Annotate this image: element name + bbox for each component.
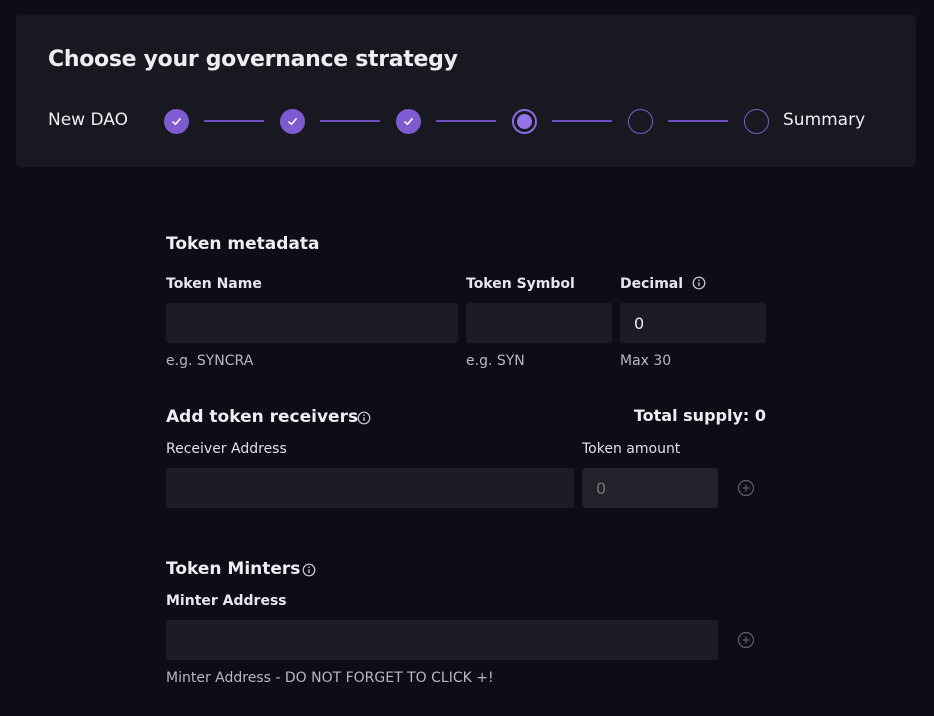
token-minters-title: Token Minters [166,559,301,579]
header-card: Choose your governance strategy New DAO [16,15,916,167]
step-3-done[interactable] [396,109,421,134]
step-connector [436,120,496,122]
token-symbol-input[interactable] [466,303,612,343]
receiver-address-input[interactable] [166,468,574,508]
step-connector [204,120,264,122]
token-receivers-title: Add token receivers [166,407,359,427]
minter-address-input[interactable] [166,620,718,660]
check-icon [172,118,181,125]
token-name-input[interactable] [166,303,458,343]
decimal-hint: Max 30 [620,353,672,369]
token-symbol-label: Token Symbol [466,276,575,292]
current-step-dot [517,114,532,129]
step-5-pending [628,109,653,134]
token-name-hint: e.g. SYNCRA [166,353,254,369]
receiver-address-label: Receiver Address [166,441,287,457]
decimal-label: Decimal [620,276,684,292]
step-connector [668,120,728,122]
total-supply: Total supply: 0 [633,406,766,425]
step-label-start: New DAO [48,110,128,130]
check-icon [288,118,297,125]
step-6-pending [744,109,769,134]
stepper: New DAO Summary [16,106,916,136]
step-connector [320,120,380,122]
info-icon[interactable] [692,276,706,290]
page-title: Choose your governance strategy [48,47,458,72]
step-connector [552,120,612,122]
decimal-input[interactable] [620,303,766,343]
token-metadata-title: Token metadata [166,234,320,254]
token-amount-input[interactable] [582,468,718,508]
add-minter-icon[interactable] [737,631,755,649]
minter-address-label: Minter Address [166,593,287,609]
info-icon[interactable] [357,411,371,425]
token-amount-label: Token amount [582,441,681,457]
page: Choose your governance strategy New DAO [0,0,934,716]
step-2-done[interactable] [280,109,305,134]
check-icon [404,118,413,125]
step-label-end: Summary [783,110,866,130]
minter-address-hint: Minter Address - DO NOT FORGET TO CLICK … [166,670,494,686]
info-icon[interactable] [302,563,316,577]
step-1-done[interactable] [164,109,189,134]
token-symbol-hint: e.g. SYN [466,353,525,369]
step-4-current[interactable] [512,109,537,134]
token-name-label: Token Name [166,276,262,292]
add-receiver-icon[interactable] [737,479,755,497]
